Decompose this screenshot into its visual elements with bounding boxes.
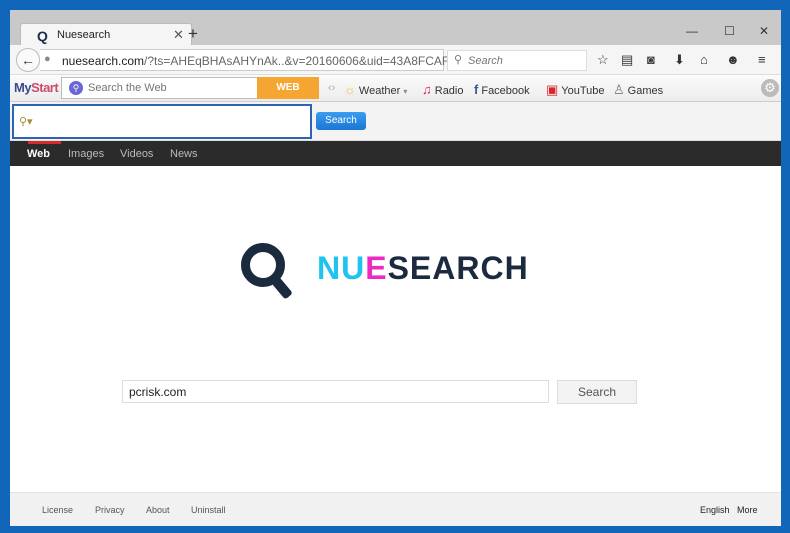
tab-strip: Q Nuesearch ✕ + — ☐ ✕ <box>10 10 781 47</box>
search-category-tabs: Web Images Videos News <box>10 141 781 166</box>
joystick-icon: ♙ <box>613 82 625 97</box>
search-engine-selector-icon[interactable]: ⚲▾ <box>19 115 33 128</box>
tv-icon: ▣ <box>546 82 559 97</box>
browser-window: risk.com Q Nuesearch ✕ + — ☐ ✕ ● nuesear… <box>10 10 781 526</box>
page-search-band: ⚲▾ Search <box>10 102 781 141</box>
sun-icon: ☼ <box>344 82 356 97</box>
back-arrow-icon: ← <box>21 52 35 68</box>
active-tab-indicator <box>28 141 61 144</box>
new-tab-button[interactable]: + <box>188 24 198 44</box>
youtube-link[interactable]: ▣ YouTube <box>546 82 605 98</box>
close-window-button[interactable]: ✕ <box>759 24 769 38</box>
url-text[interactable]: nuesearch.com/?ts=AHEqBHAsAHYnAk..&v=201… <box>62 54 456 68</box>
footer: License Privacy About Uninstall English … <box>10 492 781 526</box>
footer-link-uninstall[interactable]: Uninstall <box>191 505 226 515</box>
page-search-input[interactable]: ⚲▾ <box>12 104 312 139</box>
page-search-button[interactable]: Search <box>316 112 366 130</box>
weather-link[interactable]: ☼ Weather ▾ <box>344 82 407 97</box>
headphones-icon: ♫ <box>422 82 432 97</box>
browser-search-box[interactable]: ⚲ <box>447 50 587 71</box>
close-tab-icon[interactable]: ✕ <box>173 27 184 43</box>
mystart-toolbar: MyStart ⚲ WEB SEARCH ‹› ☼Weather ▾ ♫Radi… <box>10 75 781 115</box>
mystart-search-input[interactable] <box>88 80 243 96</box>
favicon-icon: Q <box>37 28 48 44</box>
reading-list-icon[interactable]: ▤ <box>621 52 633 68</box>
footer-link-about[interactable]: About <box>146 505 170 515</box>
language-link[interactable]: English <box>700 505 730 515</box>
logo-magnifier-handle <box>271 276 293 300</box>
browser-tab[interactable]: Q Nuesearch ✕ <box>20 23 192 47</box>
back-button[interactable]: ← <box>16 48 40 72</box>
nuesearch-logo: NUESEARCH <box>241 243 561 303</box>
radio-link[interactable]: ♫ Radio <box>422 82 464 97</box>
chat-icon[interactable]: ☻ <box>726 52 740 67</box>
search-icon: ⚲ <box>454 54 463 66</box>
web-search-button[interactable]: WEB SEARCH <box>257 77 319 115</box>
footer-link-license[interactable]: License <box>42 505 73 515</box>
menu-icon[interactable]: ≡ <box>758 52 766 67</box>
download-icon[interactable]: ⬇ <box>674 52 685 68</box>
home-icon[interactable]: ⌂ <box>700 52 708 67</box>
gear-icon[interactable]: ⚙ <box>761 79 779 97</box>
main-search-input[interactable] <box>122 380 549 403</box>
logo-text: NUESEARCH <box>317 250 529 286</box>
minimize-button[interactable]: — <box>686 24 698 38</box>
globe-icon: ● <box>44 53 51 65</box>
footer-link-privacy[interactable]: Privacy <box>95 505 125 515</box>
more-link[interactable]: More <box>737 505 758 515</box>
tab-news[interactable]: News <box>170 148 198 160</box>
facebook-link[interactable]: f Facebook <box>474 82 530 97</box>
games-link[interactable]: ♙ Games <box>613 82 663 98</box>
maximize-button[interactable]: ☐ <box>724 24 735 38</box>
tab-images[interactable]: Images <box>68 148 104 160</box>
address-bar[interactable]: ● nuesearch.com/?ts=AHEqBHAsAHYnAk..&v=2… <box>40 49 464 71</box>
main-content: NUESEARCH Search <box>10 166 781 492</box>
main-search-button[interactable]: Search <box>557 380 637 404</box>
search-icon: ⚲ <box>69 81 83 95</box>
code-icon: ‹› <box>328 82 336 94</box>
navigation-bar: ● nuesearch.com/?ts=AHEqBHAsAHYnAk..&v=2… <box>10 45 781 75</box>
facebook-icon: f <box>474 82 479 97</box>
tab-videos[interactable]: Videos <box>120 148 153 160</box>
tab-title: Nuesearch <box>57 29 111 41</box>
browser-search-input[interactable] <box>468 53 582 69</box>
star-icon[interactable]: ☆ <box>597 52 609 68</box>
mystart-logo[interactable]: MyStart <box>14 80 59 95</box>
pocket-icon[interactable]: ◙ <box>647 52 655 67</box>
chevron-down-icon: ▾ <box>403 87 408 96</box>
tab-web[interactable]: Web <box>27 148 50 160</box>
